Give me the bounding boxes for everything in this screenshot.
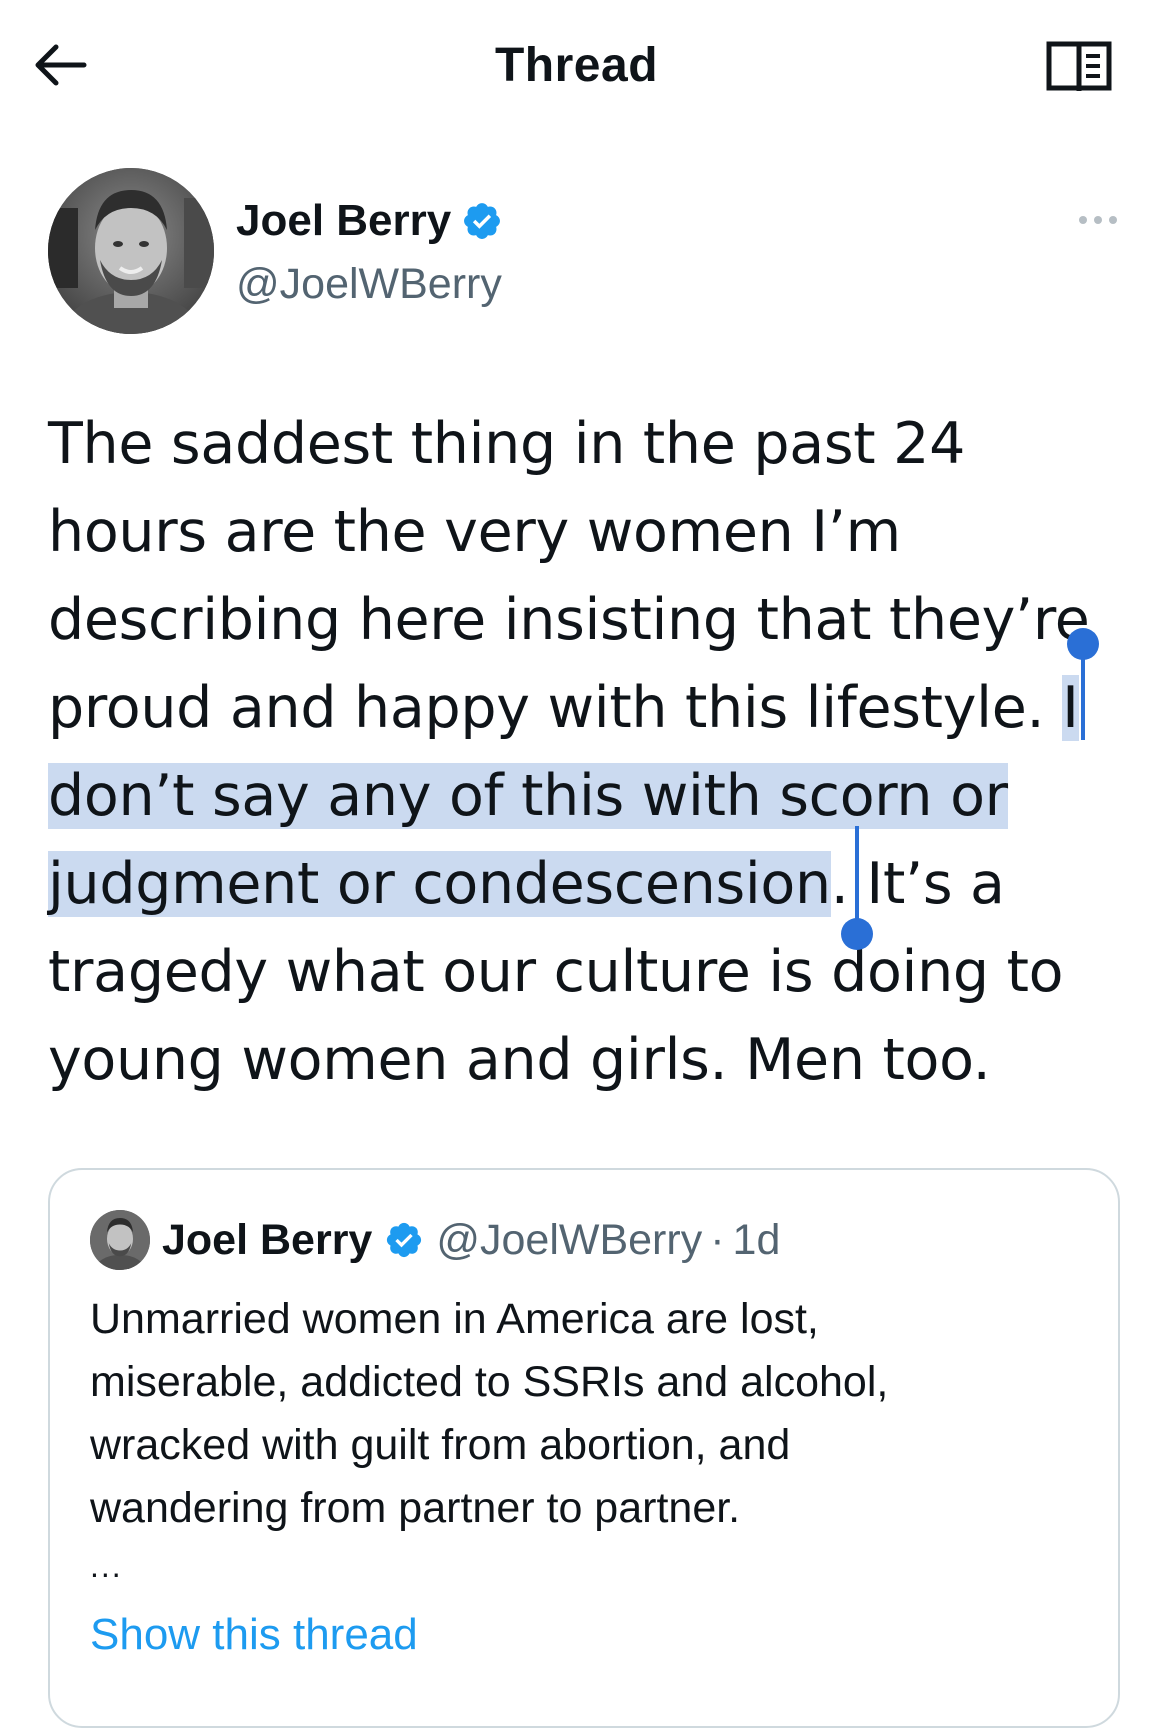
quoted-tweet-text: Unmarried women in America are lost, mis… [90,1288,1090,1540]
reader-mode-icon [1046,41,1112,91]
avatar-photo [90,1210,150,1270]
author-name-text: Joel Berry [236,196,452,245]
page-title: Thread [494,39,659,92]
tweet-author: Joel Berry @JoelWBerry [48,168,1117,338]
show-thread-link[interactable]: Show this thread [90,1610,418,1660]
selection-end-handle[interactable] [841,918,873,950]
author-name[interactable]: Joel Berry [236,196,503,246]
tweet-text[interactable]: The saddest thing in the past 24 hours a… [48,400,1118,1104]
author-handle[interactable]: @JoelWBerry [236,260,502,309]
tweet-line: tragedy what our culture is doing to [48,939,1064,1005]
more-options-button[interactable] [1068,208,1128,232]
tweet-line: young women and girls. Men too. [48,1027,991,1093]
quoted-avatar [90,1210,150,1270]
quoted-author-handle: @JoelWBerry [436,1215,703,1264]
selection-start-caret [1081,650,1085,740]
quoted-line: miserable, addicted to SSRIs and alcohol… [90,1358,889,1406]
selection-end-caret [855,826,859,926]
quoted-line: wracked with guilt from abortion, and [90,1421,791,1469]
quoted-timestamp: 1d [732,1215,781,1264]
avatar-photo [48,168,214,334]
quoted-tweet-card[interactable]: Joel Berry @JoelWBerry · 1d Unmarried wo… [48,1168,1120,1728]
header-bar: Thread [0,0,1153,140]
tweet-line: The saddest thing in the past 24 [48,411,966,477]
tweet-line-text: proud and happy with this lifestyle. [48,675,1063,741]
tweet-line: hours are the very women I’m [48,499,901,565]
quoted-line: Unmarried women in America are lost, [90,1295,819,1343]
quoted-tweet-header: Joel Berry @JoelWBerry · 1d [90,1210,780,1270]
selected-text: judgment or condescension [48,851,831,917]
verified-badge-icon [387,1222,422,1258]
verified-badge-icon [464,203,501,239]
quoted-author-name: Joel Berry [162,1215,373,1264]
tweet-line: judgment or condescension. It’s a [48,840,1118,928]
quoted-line: wandering from partner to partner. [90,1484,741,1532]
reader-mode-button[interactable] [1040,36,1118,100]
more-horizontal-icon [1079,216,1087,224]
avatar[interactable] [48,168,214,334]
selected-text: don’t say any of this with scorn or [48,763,1008,829]
truncation-ellipsis: ... [90,1548,123,1584]
tweet-line: proud and happy with this lifestyle. I [48,664,1118,752]
separator-dot: · [710,1215,725,1264]
tweet-line: don’t say any of this with scorn or [48,752,1118,840]
selected-text: I [1062,675,1079,741]
tweet-line: describing here insisting that they’re [48,587,1090,653]
